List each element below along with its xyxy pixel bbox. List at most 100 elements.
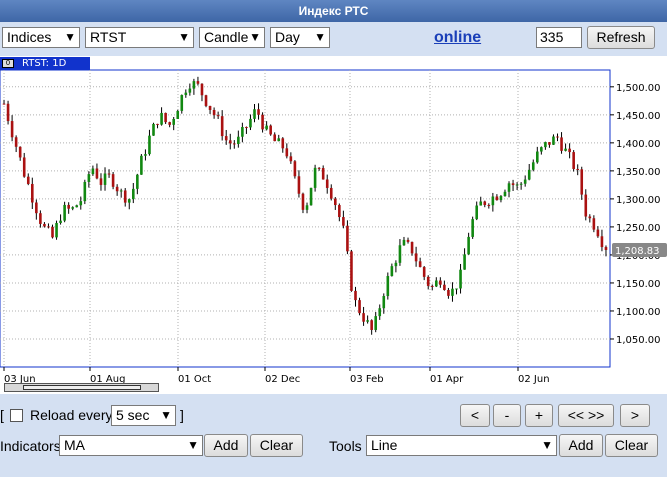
candle-body: [406, 239, 410, 242]
candle-body: [31, 183, 34, 203]
candle-body: [422, 267, 426, 277]
candle-body: [317, 167, 321, 169]
nav-next-button[interactable]: >: [620, 404, 650, 427]
candle-body: [503, 191, 507, 197]
candle-body: [544, 142, 547, 148]
candle-body: [394, 262, 398, 267]
candle-body: [301, 193, 305, 210]
candle-body: [531, 162, 535, 170]
candle-body: [358, 300, 361, 314]
tools-select-value: Line: [371, 437, 398, 453]
y-tick-label: 1,250.00: [616, 223, 661, 234]
tool-clear-button[interactable]: Clear: [605, 434, 658, 457]
candle-body: [10, 121, 14, 138]
refresh-button[interactable]: Refresh: [587, 26, 655, 49]
candle-body: [269, 125, 272, 135]
candle-body: [241, 127, 244, 137]
candle-body: [350, 251, 353, 291]
candle-body: [253, 109, 256, 119]
scrollbar-thumb[interactable]: [23, 385, 141, 390]
candle-body: [180, 95, 184, 111]
y-tick-label: 1,100.00: [616, 307, 661, 318]
reload-interval-value: 5 sec: [116, 407, 150, 423]
indicator-add-button[interactable]: Add: [204, 434, 248, 457]
bracket-open: [: [0, 407, 4, 423]
y-tick-label: 1,150.00: [616, 279, 661, 290]
market-select[interactable]: Indices ▼: [2, 27, 80, 48]
candle-body: [245, 127, 248, 129]
reload-checkbox[interactable]: [10, 409, 23, 422]
nav-prev-button[interactable]: <: [460, 404, 490, 427]
candle-body: [293, 161, 297, 177]
indicators-select[interactable]: MA ▼: [59, 435, 203, 456]
candle-body: [132, 188, 135, 200]
y-tick-label: 1,450.00: [616, 111, 661, 122]
candle-body: [426, 276, 430, 286]
candle-body: [540, 147, 543, 152]
candle-body: [370, 320, 373, 330]
chevron-down-icon: ▼: [314, 30, 326, 44]
candle-body: [2, 103, 6, 105]
candle-body: [443, 284, 446, 290]
series-label: 0 RTST: 1D: [0, 57, 90, 70]
x-tick-label: 02 Jun: [518, 374, 550, 385]
price-chart[interactable]: 1,050.001,100.001,150.001,200.001,250.00…: [0, 56, 667, 394]
candle-body: [168, 122, 171, 125]
candle-body: [22, 157, 26, 177]
tools-select[interactable]: Line ▼: [366, 435, 557, 456]
candle-body: [87, 174, 91, 182]
candle-body: [325, 179, 329, 188]
candle-body: [71, 207, 74, 209]
reload-label: Reload every: [30, 407, 113, 423]
candle-body: [435, 280, 438, 287]
chevron-down-icon: ▼: [64, 30, 76, 44]
tool-add-button[interactable]: Add: [559, 434, 603, 457]
candle-body: [560, 137, 563, 151]
candle-body: [447, 289, 450, 296]
candle-body: [342, 217, 345, 226]
count-input[interactable]: 335: [536, 27, 582, 48]
ticker-select-value: RTST: [90, 29, 127, 45]
zoom-out-button[interactable]: -: [493, 404, 521, 427]
candle-body: [184, 92, 188, 96]
chart-type-select[interactable]: Candle ▼: [199, 27, 265, 48]
candle-body: [99, 178, 103, 185]
candle-body: [91, 168, 95, 175]
candle-body: [459, 269, 462, 289]
candle-body: [455, 288, 458, 290]
ticker-select[interactable]: RTST ▼: [85, 27, 194, 48]
chevron-down-icon: ▼: [178, 30, 190, 44]
candle-body: [564, 148, 567, 151]
candle-body: [75, 205, 79, 208]
window-title: Индекс РТС: [0, 0, 667, 22]
candle-body: [265, 125, 268, 130]
chart-scrollbar[interactable]: [4, 383, 159, 392]
candle-body: [107, 173, 111, 175]
expand-button[interactable]: << >>: [558, 404, 614, 427]
candle-body: [123, 190, 127, 203]
candle-body: [390, 266, 394, 277]
candle-body: [556, 136, 559, 138]
series-toggle-icon[interactable]: 0: [2, 59, 14, 68]
online-link[interactable]: online: [434, 29, 481, 47]
candle-body: [463, 254, 466, 270]
candle-body: [382, 296, 386, 309]
candle-body: [18, 146, 22, 158]
chevron-down-icon: ▼: [160, 408, 172, 422]
candle-body: [366, 320, 369, 322]
period-select-value: Day: [275, 29, 300, 45]
reload-interval-select[interactable]: 5 sec ▼: [111, 405, 176, 426]
candle-body: [144, 154, 147, 156]
zoom-in-button[interactable]: +: [525, 404, 553, 427]
y-tick-label: 1,500.00: [616, 83, 661, 94]
candle-body: [346, 225, 349, 252]
indicator-clear-button[interactable]: Clear: [250, 434, 303, 457]
candle-body: [14, 137, 18, 147]
candle-body: [568, 148, 571, 153]
candle-body: [596, 229, 600, 237]
period-select[interactable]: Day ▼: [270, 27, 330, 48]
indicators-select-value: MA: [64, 437, 85, 453]
candle-body: [588, 216, 592, 219]
candle-body: [289, 156, 293, 162]
candle-body: [95, 168, 99, 179]
